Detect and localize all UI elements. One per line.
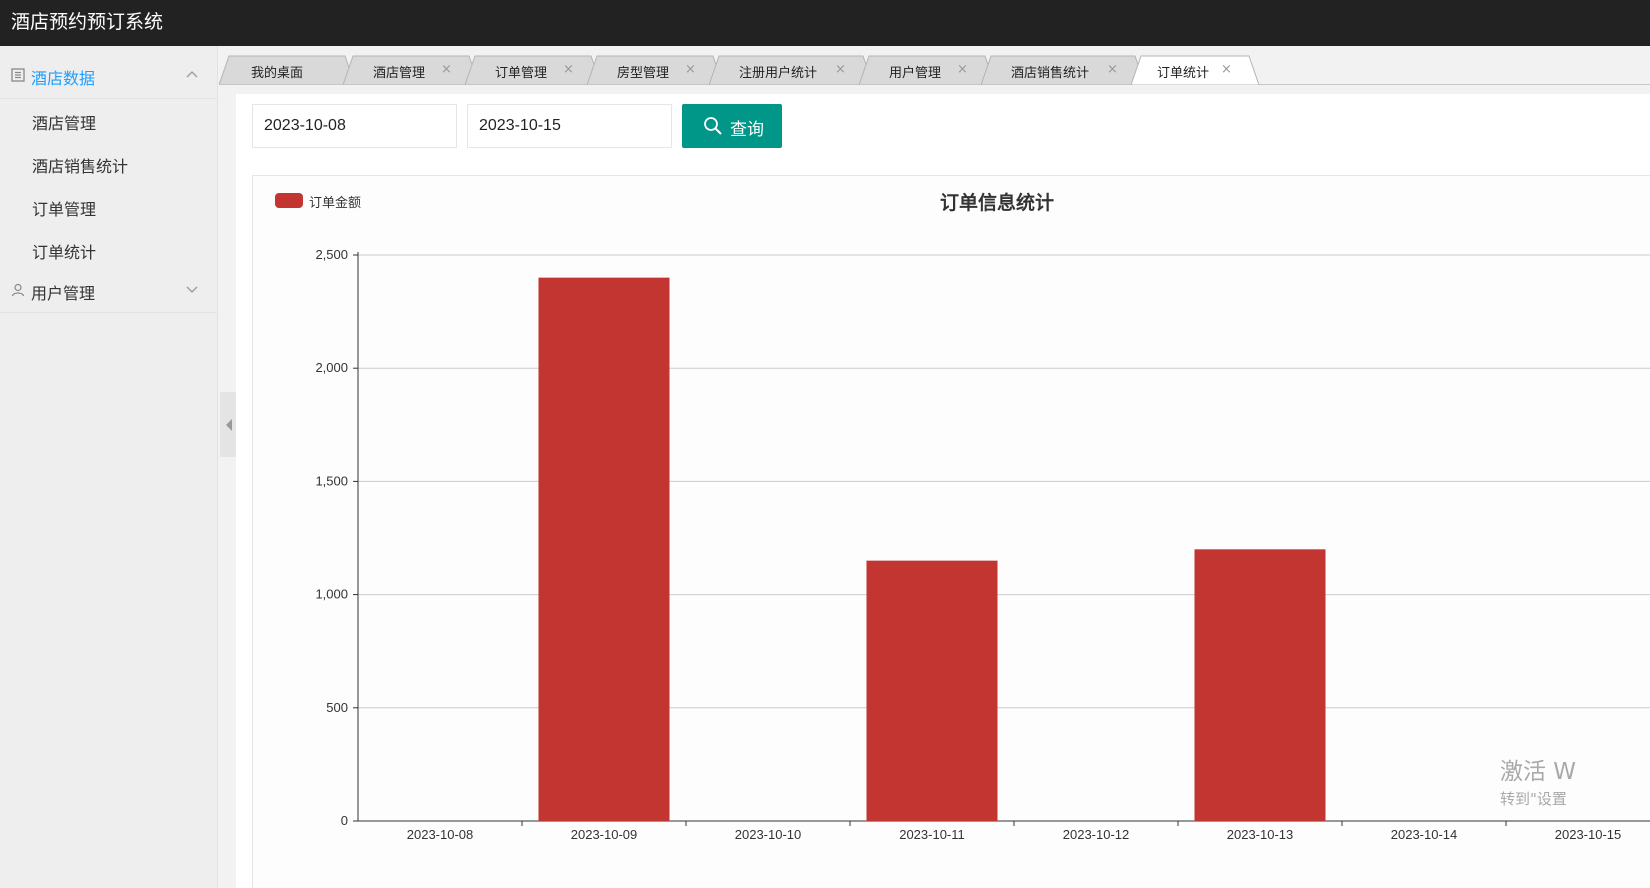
y-tick-label: 0 [341, 813, 348, 828]
tab-hotel-management[interactable]: 酒店管理 × [343, 55, 479, 85]
bar-chart: 0 500 1,000 1,500 2,000 2,500 2023-10-08 2023-1… [315, 247, 1650, 842]
top-bar: 酒店预约预订系统 [0, 0, 1650, 46]
tab-close-icon[interactable]: × [563, 62, 574, 77]
app-window: 酒店预约预订系统 酒店数据 酒店管理 酒店销售统计 订单管理 订单统计 用户管理… [0, 0, 1650, 888]
end-date-input[interactable]: 2023-10-15 [467, 104, 672, 148]
chevron-down-icon [186, 286, 198, 293]
watermark-line-1: 激活 W [1500, 759, 1577, 785]
bar [538, 277, 670, 821]
tab-registered-user-stats[interactable]: 注册用户统计 × [709, 55, 873, 85]
caret-left-icon [226, 419, 232, 431]
tab-label: 注册用户统计 [739, 66, 818, 81]
tab-room-type-management[interactable]: 房型管理 × [587, 55, 723, 85]
tab-hotel-sales-stats[interactable]: 酒店销售统计 × [981, 55, 1145, 85]
x-tick-label: 2023-10-11 [899, 827, 965, 842]
watermark-line-2: 转到"设置 [1500, 790, 1567, 808]
tab-user-management[interactable]: 用户管理 × [859, 55, 995, 85]
x-tick-label: 2023-10-13 [1227, 827, 1294, 842]
tab-close-icon[interactable]: × [685, 62, 696, 77]
sidebar-item-order-stats[interactable]: 订单统计 [0, 228, 217, 271]
tab-label: 房型管理 [617, 66, 670, 81]
app-title: 酒店预约预订系统 [11, 11, 164, 33]
x-tick-label: 2023-10-10 [735, 827, 802, 842]
start-date-input[interactable]: 2023-10-08 [252, 104, 457, 148]
hotel-data-icon [11, 68, 25, 82]
sidebar-group-label: 酒店数据 [31, 69, 96, 88]
sidebar-group-hotel-data[interactable]: 酒店数据 [0, 46, 217, 99]
sidebar-item-hotel-management[interactable]: 酒店管理 [0, 99, 217, 142]
tab-label: 我的桌面 [251, 66, 304, 81]
sidebar: 酒店数据 酒店管理 酒店销售统计 订单管理 订单统计 用户管理 [0, 46, 218, 888]
user-icon [11, 283, 25, 297]
tab-order-management[interactable]: 订单管理 × [465, 55, 601, 85]
search-button-label: 查询 [730, 120, 764, 140]
tab-close-icon[interactable]: × [835, 62, 846, 77]
sidebar-item-label: 订单统计 [32, 243, 97, 262]
tab-label: 订单管理 [495, 66, 548, 81]
x-tick-label: 2023-10-12 [1063, 827, 1130, 842]
search-button[interactable]: 查询 [682, 104, 782, 148]
tab-label: 酒店销售统计 [1011, 66, 1090, 81]
sidebar-item-label: 订单管理 [32, 200, 97, 219]
sidebar-item-label: 酒店管理 [32, 114, 97, 133]
x-tick-label: 2023-10-08 [407, 827, 474, 842]
x-tick-label: 2023-10-09 [571, 827, 638, 842]
sidebar-item-hotel-sales-stats[interactable]: 酒店销售统计 [0, 142, 217, 185]
sidebar-group-user-management[interactable]: 用户管理 [0, 271, 217, 313]
bar [1194, 549, 1326, 821]
legend-label[interactable]: 订单金额 [309, 192, 361, 211]
search-icon [704, 117, 722, 135]
chevron-up-icon [186, 71, 198, 78]
tab-label: 酒店管理 [373, 66, 426, 81]
main-content: 2023-10-08 2023-10-15 查询 0 500 1,000 1,500 2… [236, 94, 1650, 888]
y-tick-label: 1,000 [315, 587, 348, 602]
tab-close-icon[interactable]: × [1221, 62, 1232, 77]
sidebar-item-label: 酒店销售统计 [32, 157, 129, 176]
activation-watermark: 激活 W 转到"设置 [1500, 752, 1576, 809]
tab-my-desktop[interactable]: 我的桌面 [219, 55, 355, 85]
tab-label: 订单统计 [1157, 66, 1210, 81]
y-tick-label: 1,500 [315, 473, 348, 488]
y-tick-label: 2,000 [315, 360, 348, 375]
x-tick-label: 2023-10-14 [1391, 827, 1458, 842]
sidebar-item-order-management[interactable]: 订单管理 [0, 185, 217, 228]
tab-close-icon[interactable]: × [1107, 62, 1118, 77]
tab-close-icon[interactable]: × [957, 62, 968, 77]
tab-label: 用户管理 [889, 66, 942, 81]
tab-order-stats[interactable]: 订单统计 × [1131, 55, 1259, 85]
bar [866, 560, 998, 821]
tab-bar: 我的桌面 酒店管理 × 订单管理 × 房型管理 × 注册用户统计 × 用户管理 × 酒店销售统计 × 订单… [219, 46, 1650, 86]
chart-panel: 0 500 1,000 1,500 2,000 2,500 2023-10-08 2023-1… [252, 175, 1650, 888]
chart-title: 订单信息统计 [939, 192, 1054, 214]
legend-swatch[interactable] [275, 193, 303, 208]
sidebar-group-label: 用户管理 [31, 284, 96, 303]
x-tick-label: 2023-10-15 [1555, 827, 1622, 842]
tab-close-icon[interactable]: × [441, 62, 452, 77]
y-tick-label: 2,500 [315, 247, 348, 262]
y-tick-label: 500 [326, 700, 348, 715]
